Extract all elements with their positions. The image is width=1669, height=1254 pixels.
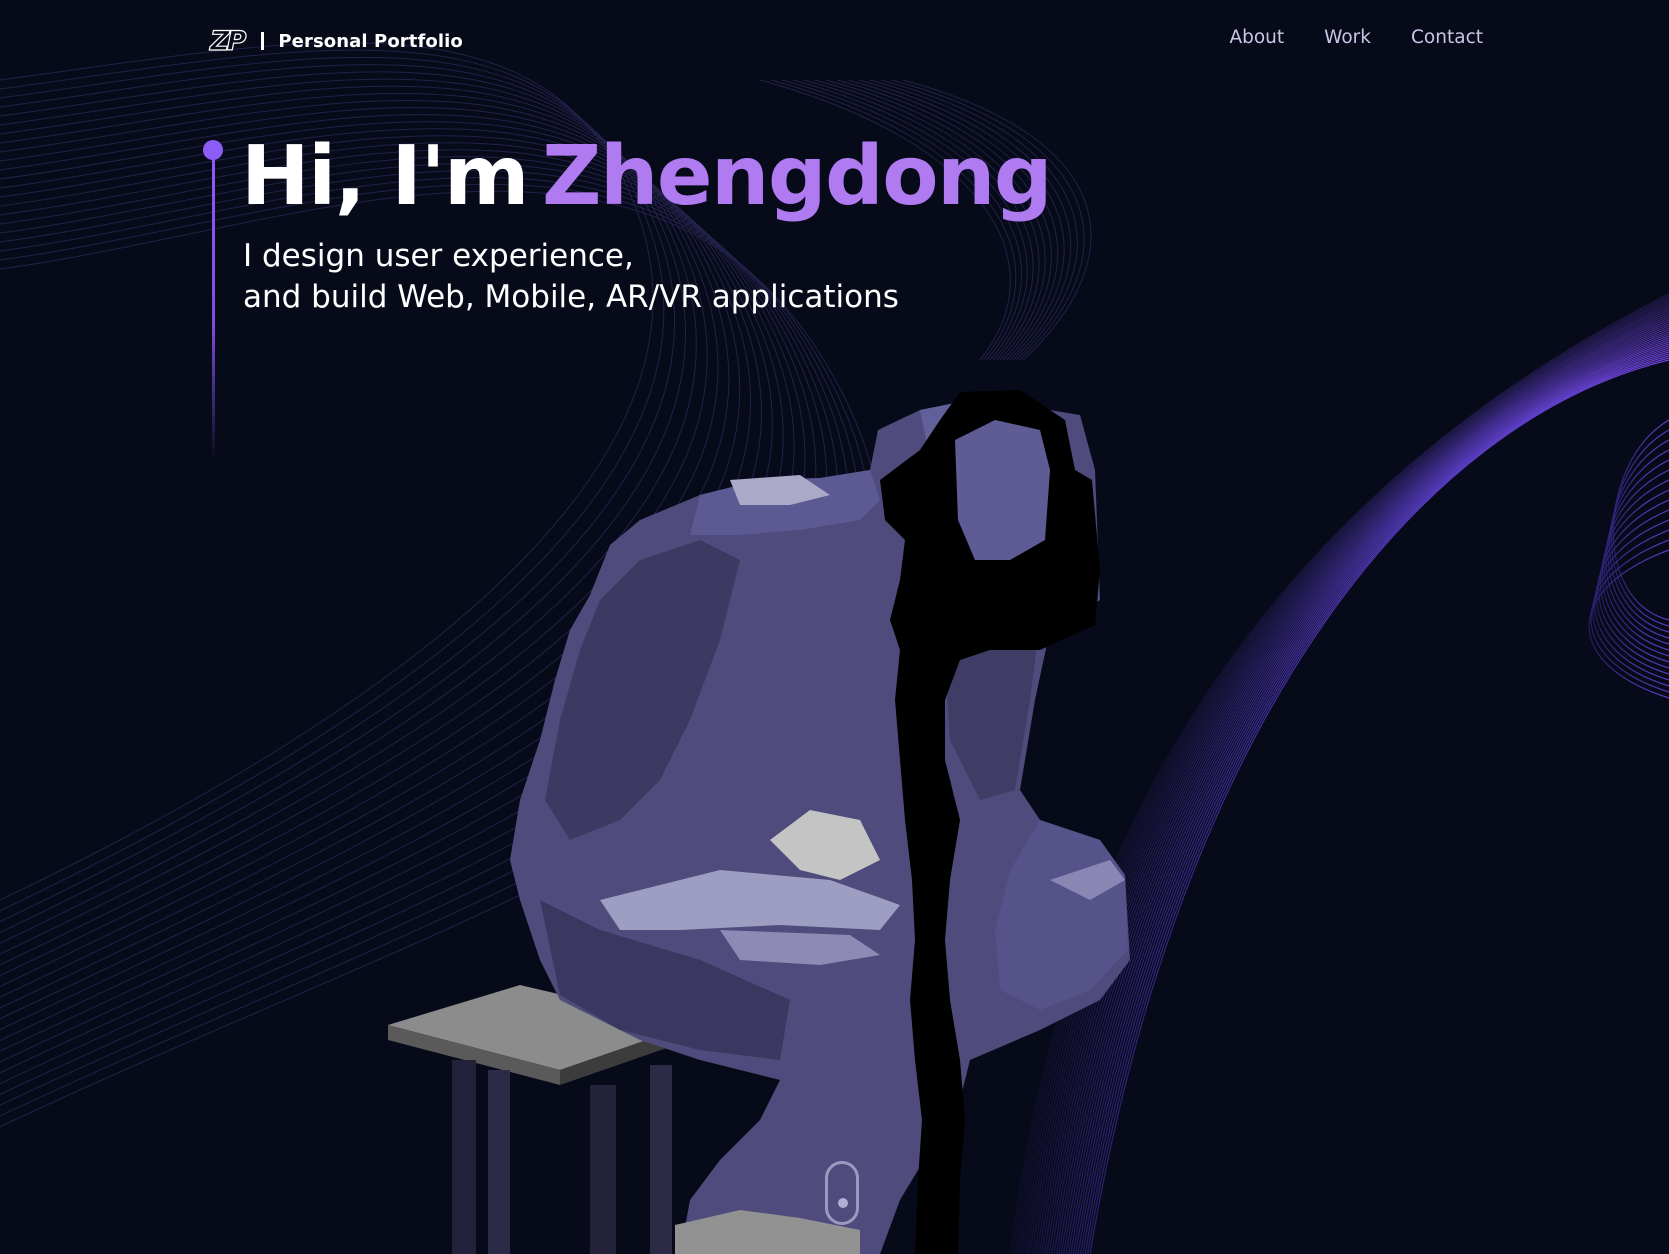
nav-work-link[interactable]: Work — [1324, 27, 1371, 48]
hero-heading: Hi, I'm Zhengdong — [241, 129, 1053, 224]
hero-name: Zhengdong — [542, 129, 1053, 224]
scroll-wheel-dot — [838, 1198, 848, 1208]
brand[interactable]: ZP Personal Portfolio — [209, 24, 463, 58]
portfolio-page: ZP Personal Portfolio About Work Contact… — [0, 0, 1669, 1254]
timeline-line — [211, 152, 215, 462]
main-nav: About Work Contact — [1229, 27, 1483, 48]
site-header: ZP Personal Portfolio About Work Contact — [0, 0, 1669, 80]
brand-divider — [261, 32, 265, 50]
hero-tagline: I design user experience, and build Web,… — [243, 236, 899, 318]
tagline-line-1: I design user experience, — [243, 238, 634, 274]
hero-greeting: Hi, I'm — [241, 129, 530, 224]
mouse-scroll-icon[interactable] — [825, 1161, 859, 1225]
nav-contact-link[interactable]: Contact — [1411, 27, 1483, 48]
zp-logo-icon[interactable]: ZP — [209, 25, 247, 57]
site-title[interactable]: Personal Portfolio — [278, 31, 463, 52]
tagline-line-2: and build Web, Mobile, AR/VR application… — [243, 279, 899, 315]
nav-about-link[interactable]: About — [1229, 27, 1284, 48]
